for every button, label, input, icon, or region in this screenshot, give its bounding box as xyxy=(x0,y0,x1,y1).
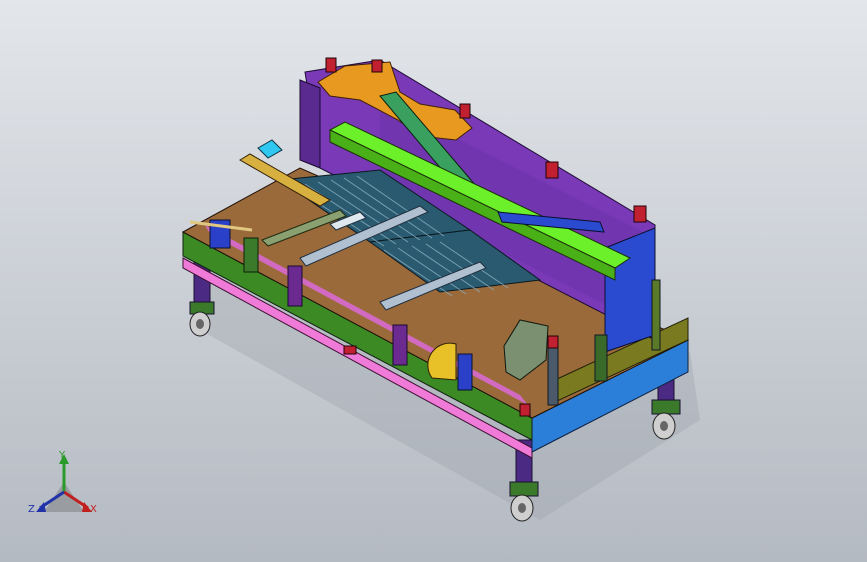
y-axis-label: Y xyxy=(59,450,66,461)
clamp-top-left[interactable] xyxy=(257,139,283,159)
z-axis-label: Z xyxy=(28,504,35,515)
graphics-viewport[interactable]: Y Z X xyxy=(0,0,867,562)
axis-triad: Y Z X xyxy=(22,448,106,524)
side-plate-right[interactable] xyxy=(604,227,656,353)
x-axis-label: X xyxy=(90,504,97,515)
fixture-model[interactable] xyxy=(0,0,867,562)
